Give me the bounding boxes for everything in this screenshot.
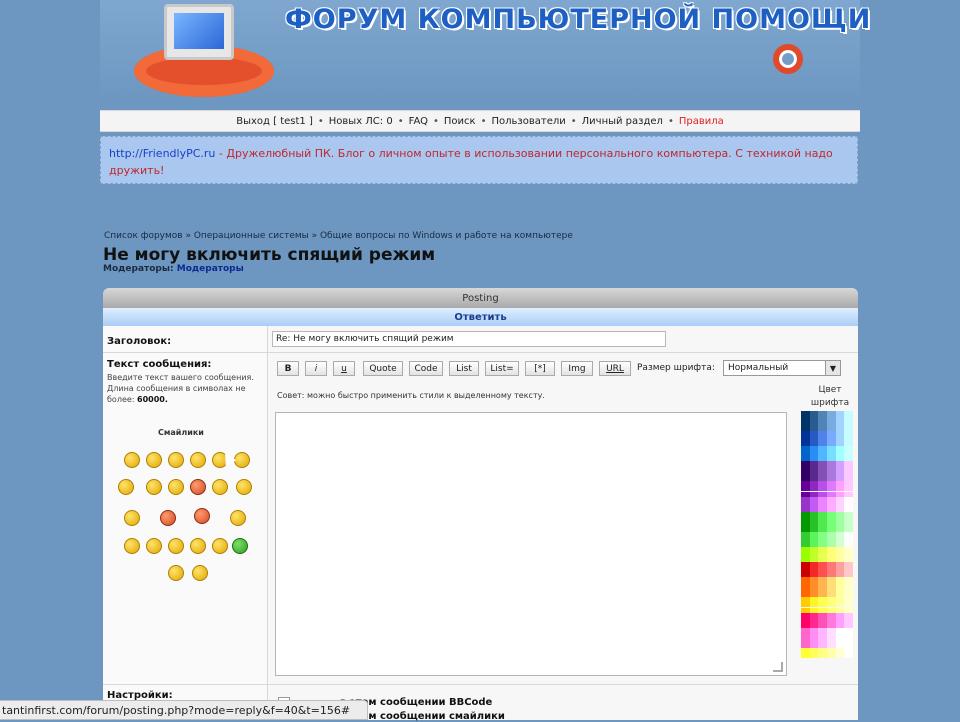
subject-input[interactable]: Re: Не могу включить спящий режим xyxy=(272,331,666,347)
row-divider xyxy=(103,684,858,685)
message-textarea[interactable] xyxy=(275,412,787,676)
smiley-icon[interactable] xyxy=(190,538,206,554)
smiley-icon[interactable] xyxy=(118,479,134,495)
smiley-icon[interactable] xyxy=(146,452,162,468)
smilies-title: Смайлики xyxy=(158,428,204,437)
color-swatch[interactable] xyxy=(801,652,810,658)
underline-button[interactable]: u xyxy=(333,361,355,376)
list-item-button[interactable]: [*] xyxy=(525,361,555,376)
smiley-icon[interactable] xyxy=(124,510,140,526)
font-color-label: Цвет шрифта xyxy=(810,385,850,408)
lifebuoy-icon xyxy=(773,44,803,74)
smiley-icon[interactable] xyxy=(146,538,162,554)
panel-subheader: Ответить xyxy=(103,308,858,326)
smiley-icon[interactable] xyxy=(190,479,206,495)
url-button[interactable]: URL xyxy=(599,361,631,376)
smiley-icon[interactable] xyxy=(168,538,184,554)
nav-separator: • xyxy=(570,115,577,127)
smiley-icon[interactable] xyxy=(192,565,208,581)
subject-label: Заголовок: xyxy=(107,336,172,347)
computer-logo-icon xyxy=(164,4,234,60)
nav-logout[interactable]: Выход [ test1 ] xyxy=(236,116,313,127)
smiley-icon[interactable] xyxy=(212,479,228,495)
message-label: Текст сообщения: xyxy=(107,359,212,370)
chevron-down-icon[interactable]: ▼ xyxy=(825,361,840,375)
moderators-link[interactable]: Модераторы xyxy=(177,264,244,274)
smiley-icon[interactable] xyxy=(232,538,248,554)
monitor-screen xyxy=(174,13,224,49)
color-swatch[interactable] xyxy=(827,652,836,658)
top-nav: Выход [ test1 ] • Новых ЛС: 0 • FAQ • По… xyxy=(100,110,860,132)
font-size-label: Размер шрифта: xyxy=(637,363,715,373)
message-hint-text: Введите текст вашего сообщения. Длина со… xyxy=(107,373,254,404)
nav-separator: • xyxy=(397,115,404,127)
nav-separator: • xyxy=(432,115,439,127)
smiley-icon[interactable] xyxy=(212,538,228,554)
smiley-icon[interactable] xyxy=(124,452,140,468)
color-palette[interactable] xyxy=(801,411,853,658)
breadcrumb[interactable]: Список форумов » Операционные системы » … xyxy=(104,231,573,241)
smiley-icon[interactable] xyxy=(194,508,210,524)
smiley-icon[interactable] xyxy=(230,510,246,526)
code-button[interactable]: Code xyxy=(409,361,443,376)
announcement-link[interactable]: http://FriendlyPC.ru xyxy=(109,147,215,160)
moderators-label: Модераторы: xyxy=(103,264,174,274)
nav-new-pm[interactable]: Новых ЛС: 0 xyxy=(329,116,393,127)
smiley-icon[interactable] xyxy=(160,510,176,526)
smiley-icon[interactable] xyxy=(168,565,184,581)
bold-button[interactable]: B xyxy=(277,361,299,376)
smiley-icon[interactable] xyxy=(124,538,140,554)
browser-status-bar: tantinfirst.com/forum/posting.php?mode=r… xyxy=(0,700,368,720)
list-ordered-button[interactable]: List= xyxy=(485,361,519,376)
panel-header: Posting xyxy=(103,288,858,308)
img-button[interactable]: Img xyxy=(561,361,593,376)
nav-separator: • xyxy=(667,115,674,127)
resize-grip-icon[interactable] xyxy=(773,662,783,672)
font-size-value: Нормальный xyxy=(728,363,789,373)
nav-faq[interactable]: FAQ xyxy=(409,116,428,127)
nav-rules[interactable]: Правила xyxy=(679,116,724,127)
nav-search[interactable]: Поиск xyxy=(444,116,476,127)
italic-button[interactable]: i xyxy=(305,361,327,376)
smiley-icon[interactable] xyxy=(190,452,206,468)
message-hint: Введите текст вашего сообщения. Длина со… xyxy=(107,372,262,405)
formatting-tip: Совет: можно быстро применить стили к вы… xyxy=(277,391,545,400)
color-swatch[interactable] xyxy=(809,652,819,658)
smiley-icon[interactable] xyxy=(146,479,162,495)
site-title: ФОРУМ КОМПЬЮТЕРНОЙ ПОМОЩИ xyxy=(285,4,872,35)
quote-button[interactable]: Quote xyxy=(363,361,403,376)
row-divider xyxy=(103,352,858,353)
topic-title[interactable]: Не могу включить спящий режим xyxy=(103,245,435,265)
list-button[interactable]: List xyxy=(449,361,479,376)
color-swatch[interactable] xyxy=(844,652,853,658)
nav-users[interactable]: Пользователи xyxy=(491,116,565,127)
announcement-box: http://FriendlyPC.ru - Дружелюбный ПК. Б… xyxy=(100,136,858,184)
smiley-icon[interactable] xyxy=(236,479,252,495)
nav-separator: • xyxy=(480,115,487,127)
smiley-icon[interactable] xyxy=(168,479,184,495)
announcement-text: - Дружелюбный ПК. Блог о личном опыте в … xyxy=(109,147,833,177)
color-swatch[interactable] xyxy=(818,652,827,658)
message-limit: 60000. xyxy=(137,395,168,404)
moderators: Модераторы: Модераторы xyxy=(103,264,244,274)
nav-separator: • xyxy=(317,115,324,127)
smiley-icon[interactable] xyxy=(168,452,184,468)
color-swatch[interactable] xyxy=(835,652,845,658)
font-size-select[interactable]: Нормальный ▼ xyxy=(723,360,841,376)
nav-private[interactable]: Личный раздел xyxy=(582,116,663,127)
